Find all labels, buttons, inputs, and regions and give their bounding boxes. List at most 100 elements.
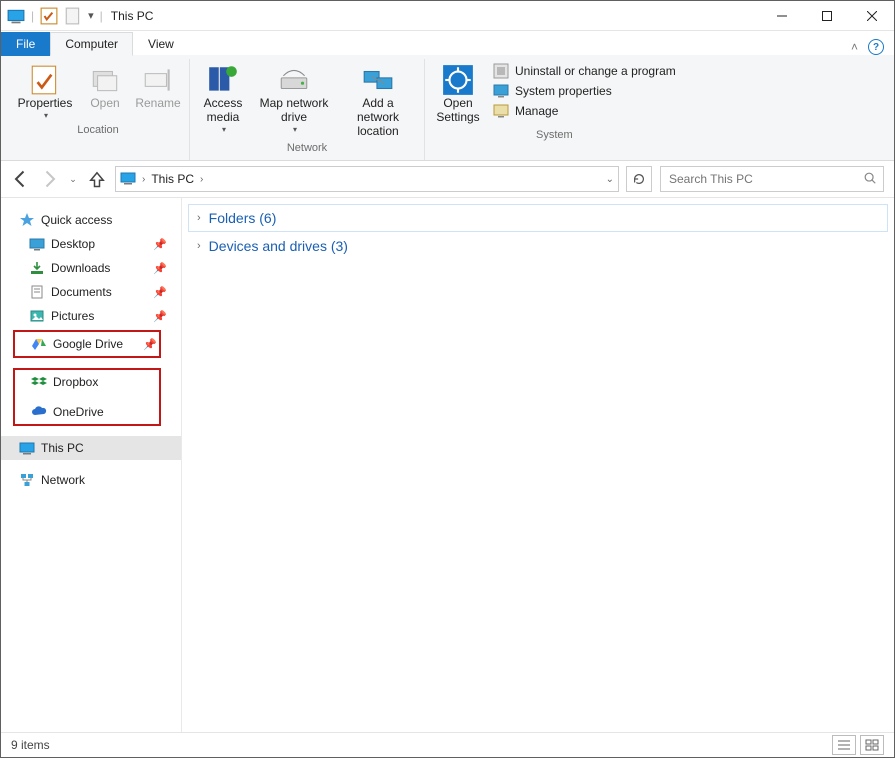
chevron-down-icon: ▾	[293, 125, 297, 134]
refresh-button[interactable]	[626, 166, 652, 192]
system-list: Uninstall or change a program System pro…	[493, 61, 676, 119]
rename-button[interactable]: Rename	[135, 61, 181, 111]
minimize-button[interactable]	[759, 1, 804, 30]
section-devices-label: Devices and drives (3)	[209, 238, 348, 254]
tree-network-label: Network	[41, 473, 85, 487]
chevron-right-icon[interactable]: ›	[200, 174, 203, 185]
tree-google-drive[interactable]: Google Drive 📌	[15, 332, 159, 356]
maximize-button[interactable]	[804, 1, 849, 30]
search-box[interactable]	[660, 166, 884, 192]
tab-file[interactable]: File	[1, 32, 50, 56]
open-label: Open	[90, 97, 119, 111]
uninstall-button[interactable]: Uninstall or change a program	[493, 63, 676, 79]
up-button[interactable]	[87, 169, 107, 189]
highlight-box-cloud: Dropbox OneDrive	[13, 368, 161, 426]
tree-documents[interactable]: Documents 📌	[1, 280, 181, 304]
search-input[interactable]	[667, 171, 863, 187]
add-location-label: Add a network location	[340, 97, 416, 138]
tree-dropbox-label: Dropbox	[53, 375, 98, 389]
ribbon-tabs: File Computer View ˄ ?	[1, 31, 894, 55]
view-details-button[interactable]	[832, 735, 856, 755]
chevron-right-icon[interactable]: ›	[142, 174, 145, 185]
status-item-count: 9 items	[11, 738, 50, 752]
manage-label: Manage	[515, 104, 558, 118]
tree-this-pc-label: This PC	[41, 441, 84, 455]
ribbon: Properties ▾ Open Rename Location Access…	[1, 55, 894, 161]
chevron-right-icon: ›	[197, 240, 201, 252]
chevron-right-icon: ›	[197, 212, 201, 224]
onedrive-icon	[31, 404, 47, 420]
qat-blank-icon[interactable]	[64, 7, 82, 25]
chevron-down-icon: ▾	[222, 125, 226, 134]
qat-divider: |	[31, 9, 34, 23]
window-title: This PC	[111, 9, 154, 23]
quick-access-icon	[19, 212, 35, 228]
chevron-down-icon: ▾	[44, 111, 48, 120]
explorer-window: | ▾ | This PC File Computer View ˄ ?	[0, 0, 895, 758]
close-button[interactable]	[849, 1, 894, 30]
address-bar[interactable]: › This PC › ⌄	[115, 166, 619, 192]
open-button[interactable]: Open	[85, 61, 125, 111]
tree-pictures[interactable]: Pictures 📌	[1, 304, 181, 328]
help-icon[interactable]: ?	[868, 39, 884, 55]
tree-onedrive[interactable]: OneDrive	[15, 400, 159, 424]
highlight-box-google-drive: Google Drive 📌	[13, 330, 161, 358]
pin-icon: 📌	[143, 338, 157, 351]
manage-icon	[493, 103, 509, 119]
system-properties-label: System properties	[515, 84, 612, 98]
add-location-button[interactable]: Add a network location	[340, 61, 416, 138]
tree-downloads[interactable]: Downloads 📌	[1, 256, 181, 280]
recent-dropdown[interactable]: ⌄	[67, 169, 79, 189]
app-icon	[7, 7, 25, 25]
tab-view[interactable]: View	[133, 32, 189, 56]
map-drive-label: Map network drive	[258, 97, 330, 125]
open-settings-label: Open Settings	[433, 97, 483, 125]
breadcrumb-this-pc[interactable]: This PC	[151, 172, 194, 186]
address-history-dropdown[interactable]: ⌄	[606, 174, 614, 185]
forward-button[interactable]	[39, 169, 59, 189]
pin-icon: 📌	[153, 262, 167, 275]
tree-dropbox[interactable]: Dropbox	[15, 370, 159, 394]
tree-google-drive-label: Google Drive	[53, 337, 123, 351]
tab-computer[interactable]: Computer	[50, 32, 133, 56]
tree-desktop[interactable]: Desktop 📌	[1, 232, 181, 256]
map-drive-icon	[277, 63, 311, 97]
system-properties-button[interactable]: System properties	[493, 83, 676, 99]
uninstall-icon	[493, 63, 509, 79]
qat-dropdown-icon[interactable]: ▾	[88, 9, 94, 22]
section-folders[interactable]: › Folders (6)	[188, 204, 888, 232]
dropbox-icon	[31, 374, 47, 390]
network-icon	[19, 472, 35, 488]
pin-icon: 📌	[153, 310, 167, 323]
navigation-tree[interactable]: Quick access Desktop 📌 Downloads 📌 Docum…	[1, 198, 182, 732]
section-devices[interactable]: › Devices and drives (3)	[188, 232, 888, 260]
tree-pictures-label: Pictures	[51, 309, 94, 323]
tree-quick-access-label: Quick access	[41, 213, 112, 227]
pictures-icon	[29, 308, 45, 324]
this-pc-icon	[19, 440, 35, 456]
open-icon	[88, 63, 122, 97]
title-bar: | ▾ | This PC	[1, 1, 894, 31]
content-pane[interactable]: › Folders (6) › Devices and drives (3)	[182, 198, 894, 732]
tree-network[interactable]: Network	[1, 468, 181, 492]
tree-this-pc[interactable]: This PC	[1, 436, 181, 460]
access-media-button[interactable]: Access media ▾	[198, 61, 248, 134]
tree-onedrive-label: OneDrive	[53, 405, 104, 419]
settings-icon	[441, 63, 475, 97]
properties-button[interactable]: Properties ▾	[15, 61, 75, 120]
ribbon-group-network: Access media ▾ Map network drive ▾ Add a…	[190, 59, 425, 160]
system-properties-icon	[493, 83, 509, 99]
quick-access-toolbar: | ▾ |	[1, 7, 103, 25]
tree-quick-access[interactable]: Quick access	[1, 208, 181, 232]
back-button[interactable]	[11, 169, 31, 189]
desktop-icon	[29, 236, 45, 252]
pin-icon: 📌	[153, 238, 167, 251]
open-settings-button[interactable]: Open Settings	[433, 61, 483, 125]
uninstall-label: Uninstall or change a program	[515, 64, 676, 78]
map-drive-button[interactable]: Map network drive ▾	[258, 61, 330, 134]
ribbon-collapse-icon[interactable]: ˄	[851, 40, 858, 54]
google-drive-icon	[31, 336, 47, 352]
view-thumbnails-button[interactable]	[860, 735, 884, 755]
manage-button[interactable]: Manage	[493, 103, 676, 119]
qat-properties-icon[interactable]	[40, 7, 58, 25]
